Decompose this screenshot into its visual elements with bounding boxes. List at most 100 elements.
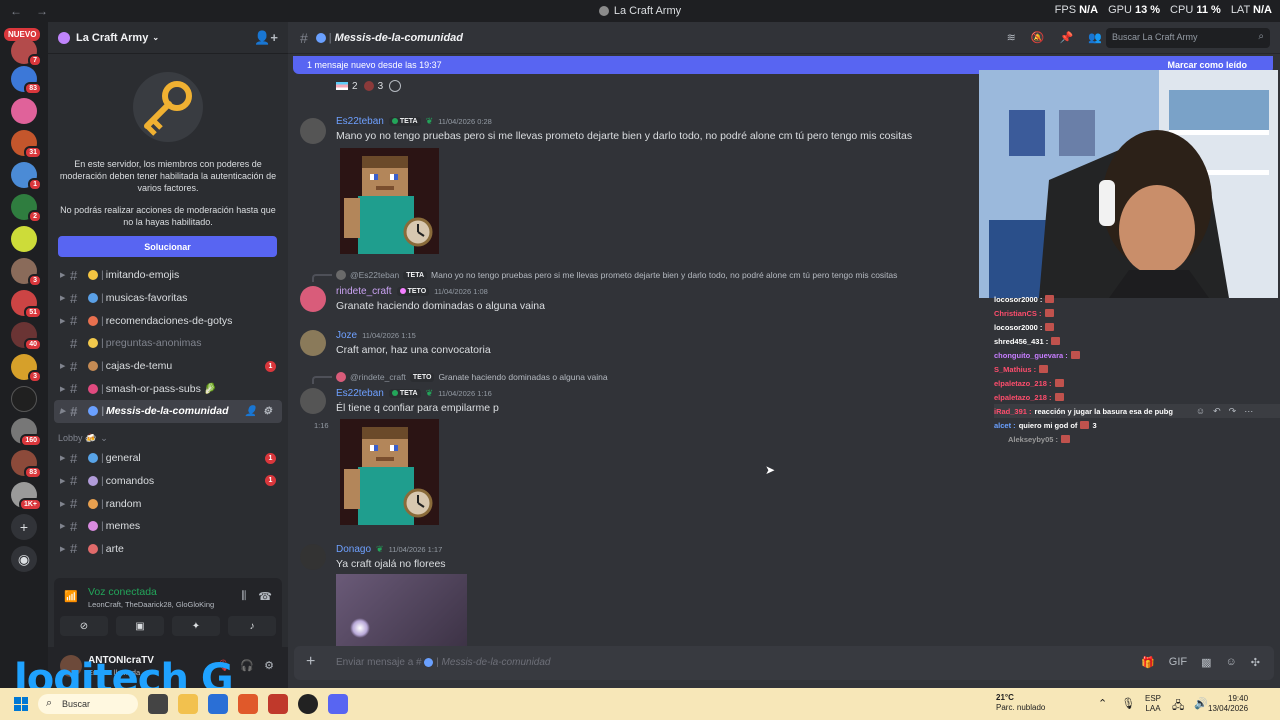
add-server-icon[interactable]: + [11, 514, 37, 540]
language-indicator[interactable]: ESP LAA [1145, 694, 1161, 714]
server-icon-1[interactable]: 7 [11, 38, 42, 67]
members-icon[interactable]: 👥 [1088, 31, 1102, 44]
server-icon-5[interactable]: 1 [11, 162, 42, 191]
add-attachment-icon[interactable]: + [306, 654, 322, 671]
forward-icon[interactable]: ↷ [1229, 406, 1237, 417]
hash-icon: # [70, 450, 78, 466]
file-explorer-icon[interactable] [178, 694, 198, 714]
sticker-icon[interactable]: ▩ [1201, 656, 1211, 669]
activities-button[interactable]: ✦ [172, 616, 220, 636]
reaction-trans-flag[interactable]: 2 [336, 80, 358, 92]
avatar[interactable] [300, 286, 326, 312]
notifications-muted-icon[interactable]: 🔕 [1031, 31, 1045, 44]
server-header[interactable]: La Craft Army ⌄ 👤+ [48, 22, 288, 54]
add-reaction-icon[interactable] [389, 80, 402, 92]
mic-icon[interactable]: 🎙 [1121, 697, 1135, 710]
chevron-up-icon[interactable]: ⌃ [1098, 697, 1107, 710]
gif-icon[interactable]: GIF [1169, 656, 1187, 669]
message-author[interactable]: Es22teban [336, 388, 384, 399]
emoji-icon[interactable]: ☺ [1196, 406, 1205, 417]
forward-arrow-icon[interactable]: → [36, 4, 48, 18]
channel-comandos[interactable]: ▶ # | comandos 1 [48, 470, 288, 493]
noise-suppression-icon[interactable]: ⫼ [241, 590, 246, 603]
explore-compass-icon[interactable]: ◉ [11, 546, 37, 572]
server-icon-3[interactable] [11, 98, 37, 124]
channel-random[interactable]: ▶ # | random [48, 492, 288, 515]
server-icon-8[interactable]: 3 [11, 258, 42, 287]
channel-smash-or-pass-subs[interactable]: ▶ # | smash-or-pass-subs 🥬 [48, 377, 288, 400]
message-author[interactable]: rindete_craft [336, 286, 392, 297]
deafened-icon[interactable]: 🎧 [240, 659, 254, 672]
channel-musicas-favoritas[interactable]: ▶ # | musicas-favoritas [48, 287, 288, 310]
disconnect-icon[interactable]: ☎ [258, 590, 272, 603]
server-icon-6[interactable]: 2 [11, 194, 42, 223]
discord-icon[interactable] [328, 694, 348, 714]
fix-button[interactable]: Solucionar [58, 236, 277, 257]
avatar[interactable] [300, 388, 326, 414]
clock[interactable]: 19:40 13/04/2026 [1208, 694, 1248, 714]
reply-preview[interactable]: @Es22teban TETA Mano yo no tengo pruebas… [336, 270, 897, 280]
clock-date: 13/04/2026 [1208, 704, 1249, 713]
server-icon-2[interactable]: 83 [11, 66, 42, 95]
server-icon-12[interactable] [11, 386, 37, 412]
taskbar-search[interactable]: ⌕ Buscar [38, 694, 138, 714]
weather-widget[interactable]: 21°C Parc. nublado [996, 693, 1045, 713]
screen-share-button[interactable]: ▣ [116, 616, 164, 636]
server-icon-10[interactable]: 40 [11, 322, 42, 351]
store-icon[interactable] [208, 694, 228, 714]
reply-preview[interactable]: @rindete_craft TETO Granate haciendo dom… [336, 372, 608, 382]
message-input[interactable]: + Enviar mensaje a # | Messis-de-la-comu… [294, 646, 1274, 680]
emoji-icon[interactable]: ☺ [1226, 656, 1237, 669]
server-icon-14[interactable]: 83 [11, 450, 42, 479]
attached-image[interactable] [336, 574, 467, 646]
obs-icon[interactable] [298, 694, 318, 714]
voice-status[interactable]: Voz conectada [88, 586, 157, 598]
message-author[interactable]: Joze [336, 330, 357, 341]
minecraft-image[interactable] [340, 419, 439, 525]
channel-cajas-de-temu[interactable]: ▶ # | cajas-de-temu 1 [48, 355, 288, 378]
server-icon-7[interactable] [11, 226, 37, 252]
network-icon[interactable]: 🖧 [1172, 697, 1184, 716]
pin-icon[interactable]: 📌 [1060, 31, 1074, 44]
message-author[interactable]: Donago [336, 544, 371, 555]
camera-off-button[interactable]: ⊘ [60, 616, 108, 636]
channel-recomendaciones-de-gotys[interactable]: ▶ # | recomendaciones-de-gotys [48, 309, 288, 332]
channel-memes[interactable]: ▶ # | memes [48, 515, 288, 538]
channel-general[interactable]: ▶ # | general 1 [48, 447, 288, 470]
channel-arte[interactable]: ▶ # | arte [48, 538, 288, 561]
volume-icon[interactable]: 🔊 [1194, 697, 1208, 716]
server-icon-15[interactable]: 1K+ [11, 482, 42, 511]
windows-start-icon[interactable] [14, 697, 28, 711]
server-icon-13[interactable]: 160 [11, 418, 42, 447]
add-member-icon[interactable]: 👤+ [254, 30, 278, 46]
app-icon[interactable] [268, 694, 288, 714]
task-view-icon[interactable] [148, 694, 168, 714]
back-arrow-icon[interactable]: ← [10, 4, 22, 18]
threads-icon[interactable]: ≋ [1007, 31, 1016, 44]
soundboard-button[interactable]: ♪ [228, 616, 276, 636]
channel-preguntas-anonimas[interactable]: # | preguntas-anonimas [48, 332, 288, 355]
minecraft-image[interactable] [340, 148, 439, 254]
gift-icon[interactable]: 🎁 [1141, 656, 1155, 669]
more-icon[interactable]: ⋯ [1244, 406, 1253, 417]
server-icon-9[interactable]: 51 [11, 290, 42, 319]
search-input[interactable]: Buscar La Craft Army ⌕ [1106, 28, 1270, 48]
invite-icon[interactable]: 👤 [245, 406, 257, 417]
signal-icon: 📶 [64, 591, 78, 603]
reply-icon[interactable]: ↶ [1213, 406, 1221, 417]
channel-messis-de-la-comunidad[interactable]: ▶ # | Messis-de-la-comunidad 👤 ⚙ [54, 400, 282, 423]
reaction-face[interactable]: 3 [363, 80, 383, 92]
message-author[interactable]: Es22teban [336, 116, 384, 127]
server-icon-4[interactable]: 31 [11, 130, 42, 159]
mark-read-button[interactable]: Marcar como leído [1167, 60, 1247, 70]
gear-icon[interactable]: ⚙ [264, 659, 274, 672]
server-icon-11[interactable]: 3 [11, 354, 42, 383]
avatar[interactable] [300, 118, 326, 144]
brave-icon[interactable] [238, 694, 258, 714]
category-lobby[interactable]: Lobby 🍻 ⌄ [48, 423, 288, 447]
avatar[interactable] [300, 330, 326, 356]
channel-imitando-emojis[interactable]: ▶ # | imitando-emojis [48, 264, 288, 287]
avatar[interactable] [300, 544, 326, 570]
gear-icon[interactable]: ⚙ [263, 406, 272, 417]
apps-icon[interactable]: ✣ [1251, 656, 1260, 669]
